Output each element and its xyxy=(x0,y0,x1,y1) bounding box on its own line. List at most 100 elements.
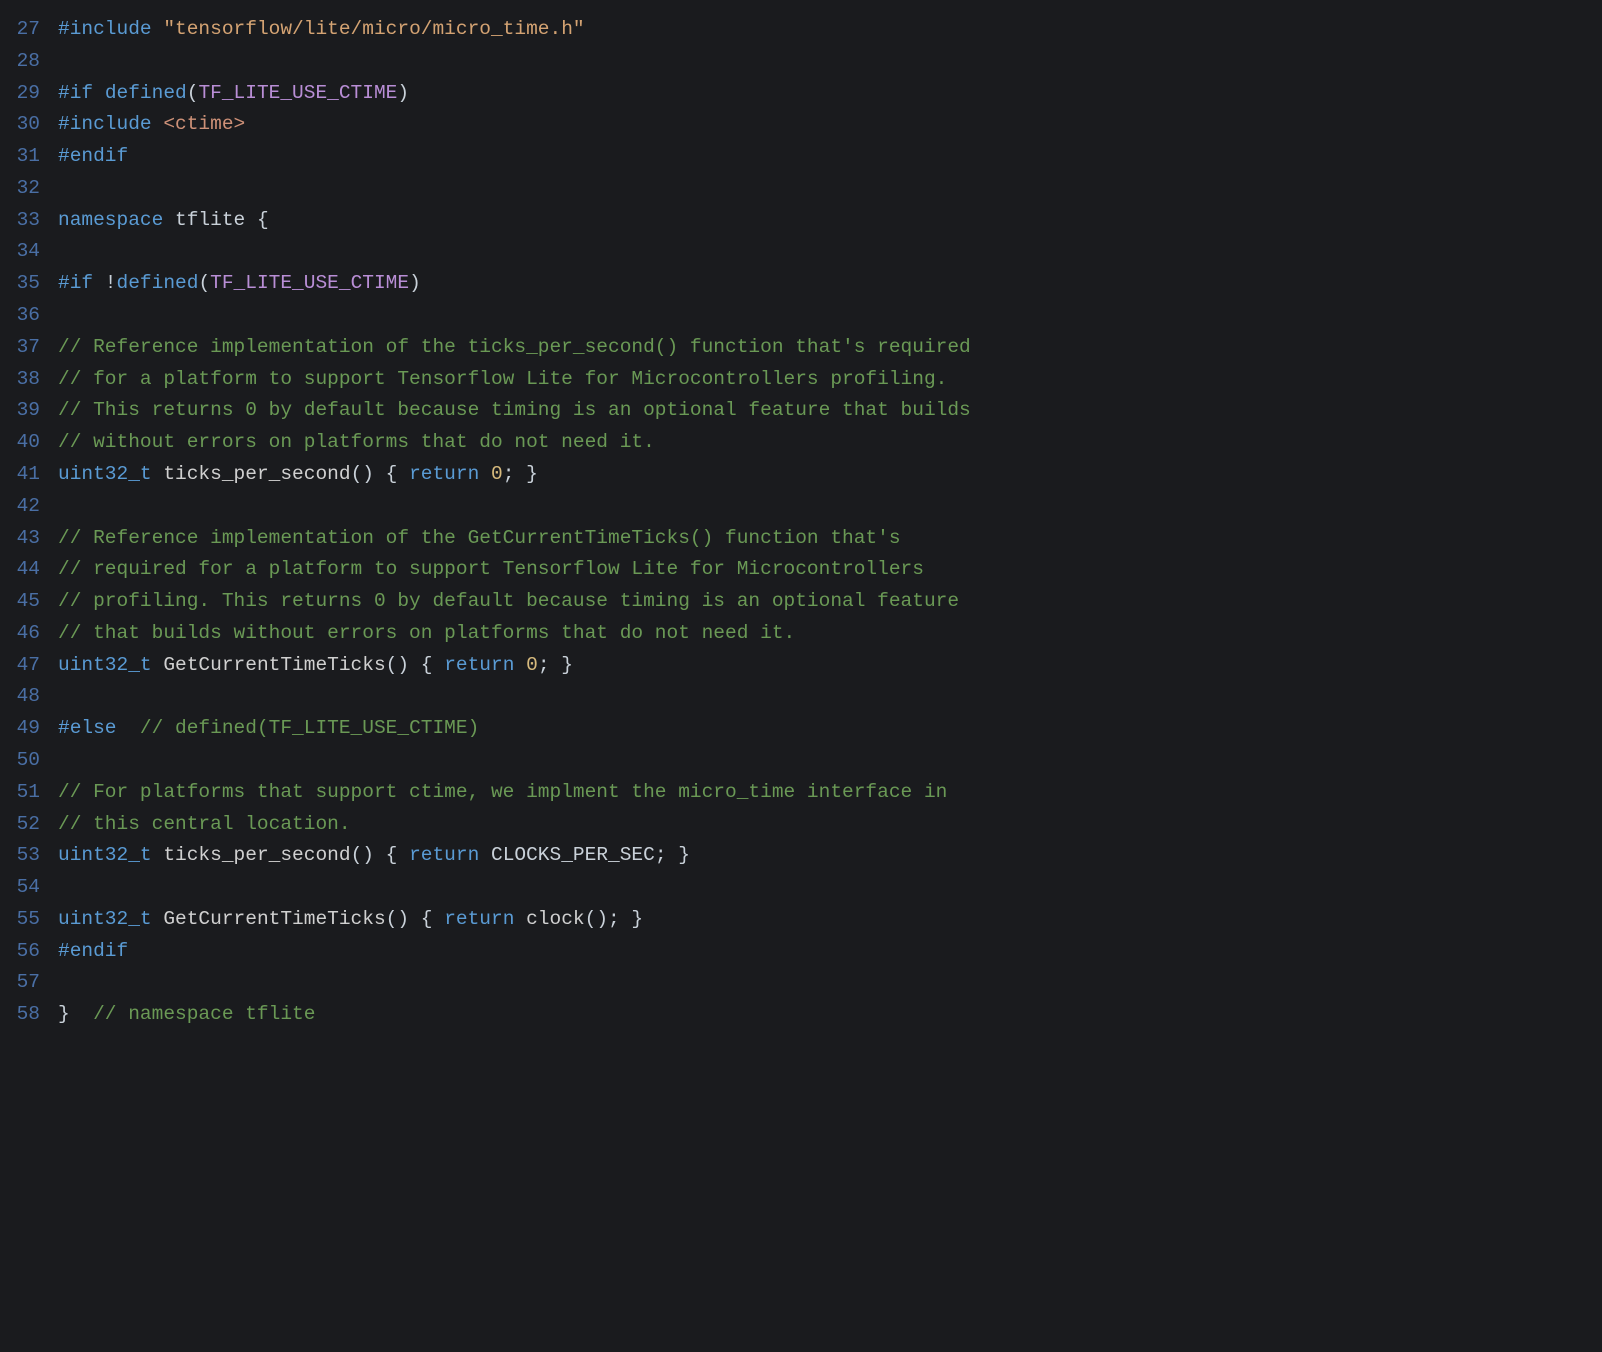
line-number: 27 xyxy=(0,14,58,46)
code-line[interactable]: 54 xyxy=(0,872,1602,904)
code-content[interactable]: uint32_t GetCurrentTimeTicks() { return … xyxy=(58,904,1602,936)
code-line[interactable]: 27#include "tensorflow/lite/micro/micro_… xyxy=(0,14,1602,46)
code-line[interactable]: 51// For platforms that support ctime, w… xyxy=(0,777,1602,809)
code-content[interactable]: } // namespace tflite xyxy=(58,999,1602,1031)
code-line[interactable]: 36 xyxy=(0,300,1602,332)
code-line[interactable]: 32 xyxy=(0,173,1602,205)
token: #endif xyxy=(58,145,128,167)
token: defined xyxy=(105,82,187,104)
code-content[interactable] xyxy=(58,491,1602,523)
line-number: 57 xyxy=(0,967,58,999)
code-line[interactable]: 57 xyxy=(0,967,1602,999)
code-line[interactable]: 48 xyxy=(0,681,1602,713)
code-line[interactable]: 55uint32_t GetCurrentTimeTicks() { retur… xyxy=(0,904,1602,936)
code-content[interactable]: // this central location. xyxy=(58,809,1602,841)
code-line[interactable]: 56#endif xyxy=(0,936,1602,968)
code-line[interactable]: 33namespace tflite { xyxy=(0,205,1602,237)
code-content[interactable]: // required for a platform to support Te… xyxy=(58,554,1602,586)
code-line[interactable]: 37// Reference implementation of the tic… xyxy=(0,332,1602,364)
token: (); } xyxy=(585,908,644,930)
code-content[interactable]: #include "tensorflow/lite/micro/micro_ti… xyxy=(58,14,1602,46)
token: return xyxy=(409,463,479,485)
line-number: 32 xyxy=(0,173,58,205)
code-viewer[interactable]: 27#include "tensorflow/lite/micro/micro_… xyxy=(0,14,1602,1031)
token: // defined(TF_LITE_USE_CTIME) xyxy=(140,717,479,739)
code-line[interactable]: 47uint32_t GetCurrentTimeTicks() { retur… xyxy=(0,650,1602,682)
token: ) xyxy=(397,82,409,104)
code-content[interactable]: uint32_t ticks_per_second() { return 0; … xyxy=(58,459,1602,491)
code-content[interactable]: // without errors on platforms that do n… xyxy=(58,427,1602,459)
code-line[interactable]: 43// Reference implementation of the Get… xyxy=(0,523,1602,555)
token: ; } xyxy=(655,844,690,866)
code-line[interactable]: 29#if defined(TF_LITE_USE_CTIME) xyxy=(0,78,1602,110)
code-line[interactable]: 38// for a platform to support Tensorflo… xyxy=(0,364,1602,396)
token xyxy=(514,908,526,930)
code-content[interactable]: // Reference implementation of the GetCu… xyxy=(58,523,1602,555)
code-content[interactable] xyxy=(58,967,1602,999)
code-line[interactable]: 34 xyxy=(0,236,1602,268)
token: () { xyxy=(351,463,410,485)
code-content[interactable] xyxy=(58,745,1602,777)
code-content[interactable]: // This returns 0 by default because tim… xyxy=(58,395,1602,427)
code-content[interactable]: // for a platform to support Tensorflow … xyxy=(58,364,1602,396)
code-line[interactable]: 41uint32_t ticks_per_second() { return 0… xyxy=(0,459,1602,491)
code-line[interactable]: 53uint32_t ticks_per_second() { return C… xyxy=(0,840,1602,872)
code-content[interactable]: namespace tflite { xyxy=(58,205,1602,237)
token: // profiling. This returns 0 by default … xyxy=(58,590,959,612)
code-line[interactable]: 52// this central location. xyxy=(0,809,1602,841)
code-line[interactable]: 30#include <ctime> xyxy=(0,109,1602,141)
token: namespace xyxy=(58,209,163,231)
code-content[interactable]: // Reference implementation of the ticks… xyxy=(58,332,1602,364)
token: CLOCKS_PER_SEC xyxy=(491,844,655,866)
token: uint32_t xyxy=(58,844,152,866)
code-content[interactable]: #endif xyxy=(58,141,1602,173)
code-line[interactable]: 45// profiling. This returns 0 by defaul… xyxy=(0,586,1602,618)
token: #endif xyxy=(58,940,128,962)
token: () { xyxy=(386,908,445,930)
line-number: 56 xyxy=(0,936,58,968)
line-number: 50 xyxy=(0,745,58,777)
token: 0 xyxy=(491,463,503,485)
line-number: 40 xyxy=(0,427,58,459)
token: // namespace tflite xyxy=(93,1003,315,1025)
code-content[interactable]: uint32_t GetCurrentTimeTicks() { return … xyxy=(58,650,1602,682)
code-content[interactable] xyxy=(58,46,1602,78)
code-content[interactable] xyxy=(58,872,1602,904)
token: GetCurrentTimeTicks xyxy=(163,908,385,930)
token xyxy=(479,463,491,485)
token: // This returns 0 by default because tim… xyxy=(58,399,971,421)
line-number: 29 xyxy=(0,78,58,110)
code-content[interactable]: #include <ctime> xyxy=(58,109,1602,141)
code-line[interactable]: 40// without errors on platforms that do… xyxy=(0,427,1602,459)
code-line[interactable]: 50 xyxy=(0,745,1602,777)
code-content[interactable]: #if !defined(TF_LITE_USE_CTIME) xyxy=(58,268,1602,300)
code-content[interactable]: // that builds without errors on platfor… xyxy=(58,618,1602,650)
code-content[interactable]: uint32_t ticks_per_second() { return CLO… xyxy=(58,840,1602,872)
code-content[interactable]: #endif xyxy=(58,936,1602,968)
code-line[interactable]: 58} // namespace tflite xyxy=(0,999,1602,1031)
token: #if xyxy=(58,82,93,104)
line-number: 44 xyxy=(0,554,58,586)
code-line[interactable]: 46// that builds without errors on platf… xyxy=(0,618,1602,650)
token: #include xyxy=(58,113,152,135)
code-line[interactable]: 49#else // defined(TF_LITE_USE_CTIME) xyxy=(0,713,1602,745)
code-line[interactable]: 31#endif xyxy=(0,141,1602,173)
code-content[interactable]: // For platforms that support ctime, we … xyxy=(58,777,1602,809)
code-content[interactable] xyxy=(58,173,1602,205)
code-line[interactable]: 35#if !defined(TF_LITE_USE_CTIME) xyxy=(0,268,1602,300)
code-content[interactable] xyxy=(58,236,1602,268)
token: // Reference implementation of the ticks… xyxy=(58,336,971,358)
code-content[interactable]: #if defined(TF_LITE_USE_CTIME) xyxy=(58,78,1602,110)
code-content[interactable] xyxy=(58,681,1602,713)
code-content[interactable]: // profiling. This returns 0 by default … xyxy=(58,586,1602,618)
token: ; } xyxy=(538,654,573,676)
code-content[interactable]: #else // defined(TF_LITE_USE_CTIME) xyxy=(58,713,1602,745)
token: return xyxy=(409,844,479,866)
code-content[interactable] xyxy=(58,300,1602,332)
code-line[interactable]: 39// This returns 0 by default because t… xyxy=(0,395,1602,427)
token xyxy=(152,113,164,135)
line-number: 28 xyxy=(0,46,58,78)
code-line[interactable]: 42 xyxy=(0,491,1602,523)
code-line[interactable]: 44// required for a platform to support … xyxy=(0,554,1602,586)
code-line[interactable]: 28 xyxy=(0,46,1602,78)
